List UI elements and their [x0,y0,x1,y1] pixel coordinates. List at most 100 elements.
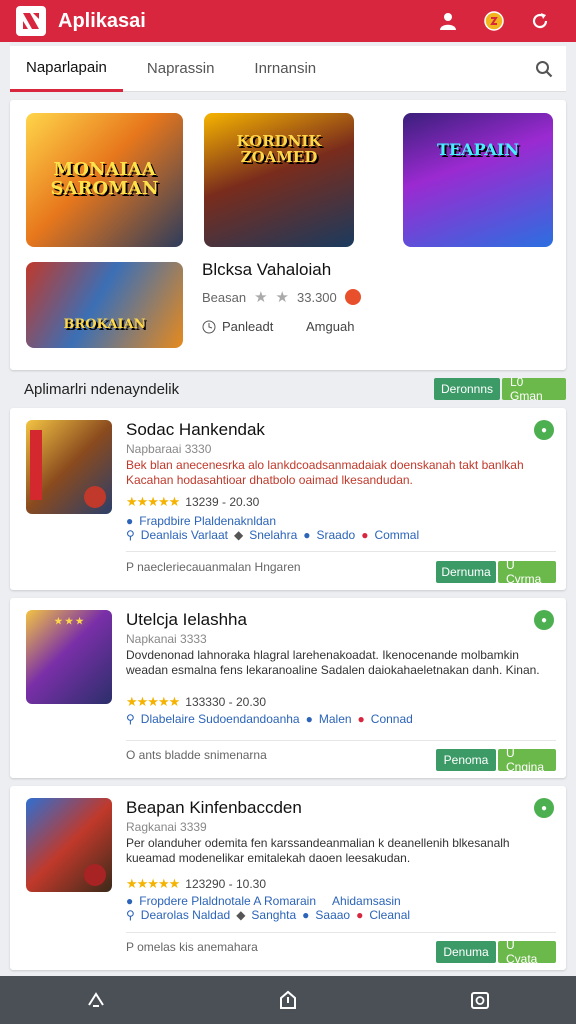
app-link[interactable]: Fropdere Plaldnotale A Romarain [139,894,316,908]
app-card[interactable]: Beapan Kinfenbaccden ● Ragkanai 3339 Per… [10,786,566,970]
featured-title: Blcksa Vahaloiah [202,260,332,279]
game-art-title: BROKAIAN [63,317,146,333]
featured-meta: Beasan ★ ★ 33.300 [202,288,361,306]
featured-meta-label: Beasan [202,289,247,305]
tab-bar: Naparlapain Naprassin Inrnansin [10,46,566,92]
divider [126,932,556,933]
search-icon: ⚲ [126,712,135,726]
recent-apps-icon[interactable] [456,978,504,1022]
app-link[interactable]: Ahidamsasin [332,894,401,908]
rating-value: 133330 - 20.30 [185,695,267,709]
app-link[interactable]: Commal [374,528,419,542]
tag-icon: ◆ [233,528,244,542]
featured-game-image-2[interactable]: KORDNIK ZOAMED [204,113,354,247]
coin-icon[interactable] [474,1,514,41]
app-card-image: ★ ★ ★ [26,610,112,704]
tab-naparlapain[interactable]: Naparlapain [10,46,123,92]
section-title: Aplimarlri ndenayndelik [24,380,180,398]
app-link[interactable]: Saaao [315,908,350,922]
banner-decoration [30,430,42,500]
app-link[interactable]: Sanghta [251,908,296,922]
primary-button[interactable]: Penoma [436,749,496,771]
rating-row: ★★★★★ 123290 - 10.30 [126,876,266,892]
tag-icon: ◆ [236,908,246,922]
link-row: ⚲ Dlabelaire Sudoendandoanha ● Malen ● C… [126,712,413,726]
toggle-icon[interactable]: ● [534,610,554,630]
card-buttons: Penoma U Cngina [436,746,556,774]
primary-button[interactable]: Dernuma [436,561,496,583]
profile-icon[interactable] [428,1,468,41]
search-icon: ⚲ [126,908,135,922]
clock-icon [202,320,216,333]
app-link[interactable]: Sraado [317,528,356,542]
app-card-title: Sodac Hankendak [126,420,265,439]
rating-value: 13239 - 20.30 [185,495,260,509]
app-link[interactable]: Frapdbire Plaldenaknldan [139,514,276,528]
featured-panel: MONAIAA SAROMAN KORDNIK ZOAMED TEAPAIN B… [10,100,566,370]
featured-rating: 33.300 [297,289,337,305]
section-primary-button[interactable]: Deronnns [434,378,500,400]
refresh-icon[interactable] [520,1,560,41]
secondary-button[interactable]: U Cngina [498,746,556,774]
secondary-button[interactable]: U Cyata [498,938,556,966]
divider [126,551,556,552]
comment-icon: ● [356,908,364,922]
top-app-bar: Aplikasai [0,0,576,42]
toggle-icon[interactable]: ● [534,420,554,440]
info-icon: ● [302,908,310,922]
app-link[interactable]: Malen [319,712,352,726]
app-link[interactable]: Dearolas Naldad [141,908,230,922]
app-card-subtitle: Napkanai 3333 [126,632,207,646]
link-row: ● Fropdere Plaldnotale A Romarain Ahidam… [126,894,401,908]
app-card[interactable]: ★ ★ ★ Utelcja Ielashha ● Napkanai 3333 D… [10,598,566,778]
comment-icon: ● [361,528,369,542]
bottom-nav-bar [0,976,576,1024]
hot-badge-icon [344,289,361,305]
search-icon[interactable] [522,47,566,91]
featured-action-secondary[interactable]: Amguah [306,319,354,334]
card-buttons: Denuma U Cyata [436,938,556,966]
app-title: Aplikasai [58,9,146,32]
link-row: ⚲ Dearolas Naldad ◆ Sanghta ● Saaao ● Cl… [126,908,410,922]
featured-action-primary-label: Panleadt [222,319,274,334]
link-row: ⚲ Deanlais Varlaat ◆ Snelahra ● Sraado ●… [126,528,419,542]
secondary-button[interactable]: U Cyrma [498,558,556,586]
featured-action-primary[interactable]: Panleadt [202,319,273,334]
app-link[interactable]: Snelahra [249,528,297,542]
stars-icon: ★★★★★ [126,494,180,509]
link-row: ● Frapdbire Plaldenaknldan [126,514,276,528]
info-icon: ● [303,528,311,542]
back-icon[interactable] [72,978,120,1022]
section-secondary-button[interactable]: L0 Gman [502,375,566,403]
home-icon[interactable] [264,978,312,1022]
app-card-image [26,798,112,892]
section-header: Aplimarlri ndenayndelik Deronnns L0 Gman [10,372,566,406]
comment-icon: ● [357,712,365,726]
app-card[interactable]: Sodac Hankendak ● Napbaraai 3330 Bek bla… [10,408,566,590]
app-card-footer: P omelas kis anemahara [126,940,258,954]
app-card-description: Dovdenonad lahnoraka hlagral larehenakoa… [126,648,540,677]
game-badge-icon [84,864,106,886]
app-link[interactable]: Connad [371,712,413,726]
app-card-subtitle: Ragkanai 3339 [126,820,207,834]
app-card-footer: O ants bladde snimenarna [126,748,267,762]
primary-button[interactable]: Denuma [436,941,496,963]
app-link[interactable]: Deanlais Varlaat [141,528,228,542]
app-link[interactable]: Cleanal [369,908,410,922]
toggle-icon[interactable]: ● [534,798,554,818]
app-link[interactable]: Dlabelaire Sudoendandoanha [141,712,300,726]
tab-naprassin[interactable]: Naprassin [131,46,231,92]
divider [126,740,556,741]
info-icon: ● [126,894,134,908]
info-icon: ● [305,712,313,726]
banner-decoration: ★ ★ ★ [54,616,84,626]
app-logo-icon [16,6,46,36]
featured-game-image-4[interactable]: BROKAIAN [26,262,183,348]
star-icon: ★ [254,289,268,306]
featured-game-image-3[interactable]: TEAPAIN [403,113,553,247]
stars-icon: ★★★★★ [126,876,180,891]
featured-game-image-1[interactable]: MONAIAA SAROMAN [26,113,183,247]
game-art-title: TEAPAIN [437,139,519,159]
app-card-subtitle: Napbaraai 3330 [126,442,212,456]
tab-inrnansin[interactable]: Inrnansin [238,46,332,92]
